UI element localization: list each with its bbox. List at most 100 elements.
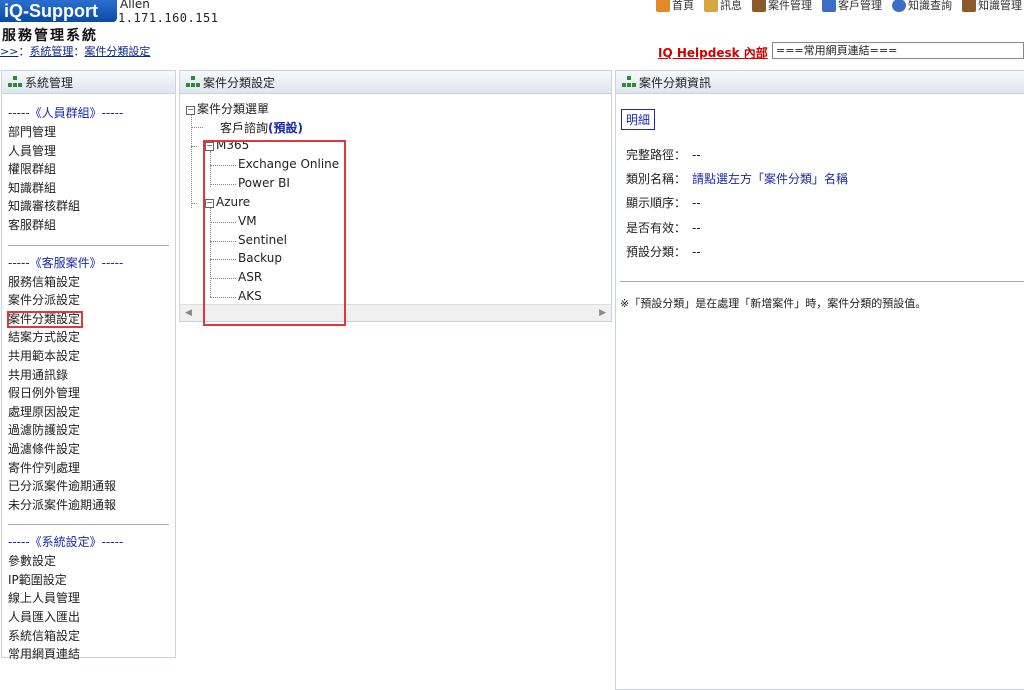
left-panel-header: 系統管理 xyxy=(2,71,175,94)
info-row-category-name: 類別名稱： 請點選左方「案件分類」名稱 xyxy=(626,170,848,187)
tree-icon xyxy=(8,76,22,88)
tree-connector xyxy=(191,203,197,204)
menu-item[interactable]: 未分派案件逾期通報 xyxy=(8,496,175,515)
info-label: 預設分類： xyxy=(626,245,687,259)
menu-item[interactable]: 案件分派設定 xyxy=(8,291,175,310)
menu-list: -----《人員群組》----- 部門管理 人員管理 權限群組 知識群組 知識審… xyxy=(2,94,175,664)
info-value: 請點選左方「案件分類」名稱 xyxy=(692,172,849,186)
mail-icon xyxy=(704,0,718,12)
info-value: -- xyxy=(692,148,701,162)
menu-item[interactable]: 知識審核群組 xyxy=(8,197,175,216)
user-name: Allen xyxy=(120,0,150,11)
app-logo[interactable]: iQ-Support xyxy=(0,0,117,22)
user-ip: 1.171.160.151 xyxy=(118,11,219,25)
menu-item[interactable]: 參數設定 xyxy=(8,552,175,571)
info-row-display-order: 顯示順序： -- xyxy=(626,194,701,211)
nav-knowledge-search-label: 知識查詢 xyxy=(908,0,952,12)
breadcrumb-separator: ： xyxy=(18,45,30,58)
right-panel-title: 案件分類資訊 xyxy=(639,75,712,90)
breadcrumb: >>：系統管理：案件分類設定 xyxy=(0,43,150,59)
breadcrumb-separator: ： xyxy=(73,45,85,58)
tree-connector xyxy=(191,127,203,128)
scroll-left-icon[interactable]: ◀ xyxy=(185,308,192,318)
menu-item[interactable]: 知識群組 xyxy=(8,179,175,198)
nav-case-management-label: 案件管理 xyxy=(768,0,812,12)
book-icon xyxy=(962,0,976,12)
menu-item[interactable]: 系統信箱設定 xyxy=(8,627,175,646)
menu-item[interactable]: 處理原因設定 xyxy=(8,403,175,422)
scroll-right-icon[interactable]: ▶ xyxy=(599,308,606,318)
menu-item[interactable]: 已分派案件逾期通報 xyxy=(8,477,175,496)
info-row-full-path: 完整路徑： -- xyxy=(626,146,701,163)
nav-home[interactable]: 首頁 xyxy=(656,0,694,13)
helpdesk-link[interactable]: IQ Helpdesk 內部 xyxy=(658,44,770,61)
menu-item[interactable]: 常用網頁連結 xyxy=(8,645,175,664)
menu-item[interactable]: IP範圍設定 xyxy=(8,571,175,590)
tree-root-label: 案件分類選單 xyxy=(197,102,270,116)
nav-messages-label: 訊息 xyxy=(720,0,742,12)
category-info-panel: 案件分類資訊 xyxy=(615,70,1024,690)
info-label: 顯示順序： xyxy=(626,196,687,210)
folder-icon xyxy=(752,0,766,12)
middle-panel-title: 案件分類設定 xyxy=(203,75,276,90)
info-row-default-category: 預設分類： -- xyxy=(626,243,701,260)
customer-icon xyxy=(822,0,836,12)
tree-node-customer-inquiry[interactable]: 客戶諮詢(預設) xyxy=(220,119,303,136)
highlight-box xyxy=(203,140,346,326)
info-label: 是否有效： xyxy=(626,221,687,235)
info-label: 類別名稱： xyxy=(626,172,687,186)
tree-root[interactable]: − 案件分類選單 xyxy=(186,100,269,117)
menu-item[interactable]: 部門管理 xyxy=(8,123,175,142)
menu-item[interactable]: 客服群組 xyxy=(8,216,175,235)
right-panel-header: 案件分類資訊 xyxy=(616,71,1024,94)
tree-node-label: 客戶諮詢 xyxy=(220,121,269,135)
collapse-toggle-icon[interactable]: − xyxy=(186,106,195,115)
menu-item[interactable]: 共用通訊錄 xyxy=(8,366,175,385)
nav-customer-management[interactable]: 客戶管理 xyxy=(822,0,882,13)
top-nav: 首頁 訊息 案件管理 客戶管理 知識查詢 知識管理 xyxy=(656,0,1022,13)
quicklinks-select[interactable]: ===常用網頁連結=== xyxy=(772,42,1024,59)
info-row-is-active: 是否有效： -- xyxy=(626,219,701,236)
divider xyxy=(8,244,169,246)
nav-case-management[interactable]: 案件管理 xyxy=(752,0,812,13)
menu-item[interactable]: 權限群組 xyxy=(8,160,175,179)
menu-item-selected[interactable]: 案件分類設定 xyxy=(6,310,175,329)
nav-knowledge-management[interactable]: 知識管理 xyxy=(962,0,1022,13)
menu-item[interactable]: 共用範本設定 xyxy=(8,347,175,366)
middle-panel-header: 案件分類設定 xyxy=(180,71,611,94)
tree-connector xyxy=(191,146,197,147)
nav-knowledge-search[interactable]: 知識查詢 xyxy=(892,0,952,13)
menu-item[interactable]: 人員匯入匯出 xyxy=(8,608,175,627)
nav-messages[interactable]: 訊息 xyxy=(704,0,742,13)
info-value: -- xyxy=(692,196,701,210)
nav-knowledge-management-label: 知識管理 xyxy=(978,0,1022,12)
home-icon xyxy=(656,0,670,12)
info-value: -- xyxy=(692,221,701,235)
breadcrumb-home-link[interactable]: >> xyxy=(0,45,18,58)
menu-item[interactable]: 寄件佇列處理 xyxy=(8,459,175,478)
section-title-groups: -----《人員群組》----- xyxy=(8,106,124,120)
nav-customer-management-label: 客戶管理 xyxy=(838,0,882,12)
tab-details[interactable]: 明細 xyxy=(621,109,656,130)
menu-item[interactable]: 服務信箱設定 xyxy=(8,273,175,292)
menu-item[interactable]: 過濾防護設定 xyxy=(8,421,175,440)
search-icon xyxy=(892,0,906,12)
info-value: -- xyxy=(692,245,701,259)
left-panel-title: 系統管理 xyxy=(25,75,74,90)
section-title-system: -----《系統設定》----- xyxy=(8,535,124,550)
breadcrumb-level1-link[interactable]: 系統管理 xyxy=(29,45,73,58)
system-title: 服務管理系統 xyxy=(2,28,98,44)
menu-item[interactable]: 過濾條件設定 xyxy=(8,440,175,459)
menu-item[interactable]: 結案方式設定 xyxy=(8,328,175,347)
section-title-cases: -----《客服案件》----- xyxy=(8,255,124,270)
breadcrumb-level2-link[interactable]: 案件分類設定 xyxy=(84,45,150,58)
tree-icon xyxy=(186,76,200,88)
menu-item[interactable]: 假日例外管理 xyxy=(8,384,175,403)
menu-item[interactable]: 線上人員管理 xyxy=(8,589,175,608)
left-menu-panel: 系統管理 -----《人員群組》----- 部門管理 人員管理 權限群組 知識群… xyxy=(1,70,176,661)
divider xyxy=(8,524,169,526)
divider xyxy=(620,281,1024,282)
tree-icon xyxy=(622,76,636,88)
nav-home-label: 首頁 xyxy=(672,0,694,12)
menu-item[interactable]: 人員管理 xyxy=(8,142,175,161)
